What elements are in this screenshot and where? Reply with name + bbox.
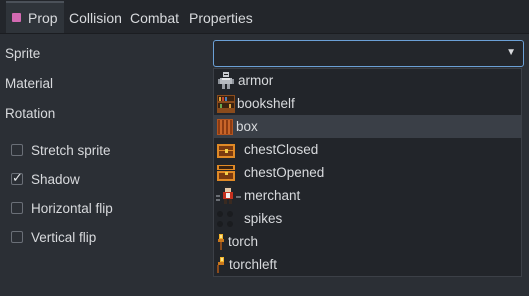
- option-label: torch: [228, 234, 259, 249]
- vertical-flip-label: Vertical flip: [31, 230, 97, 245]
- merchant-sprite-icon: [216, 186, 241, 204]
- prop-color-swatch-icon: [12, 13, 21, 22]
- list-item-spikes[interactable]: spikes: [214, 207, 521, 230]
- tab-properties-label: Properties: [189, 10, 253, 26]
- material-label: Material: [5, 76, 54, 91]
- option-label: armor: [238, 73, 274, 88]
- list-item-chest-closed[interactable]: chestClosed: [214, 138, 521, 161]
- list-item-box[interactable]: box: [214, 115, 521, 138]
- option-label: torchleft: [229, 257, 278, 272]
- sprite-label: Sprite: [5, 46, 41, 61]
- tab-prop[interactable]: Prop: [6, 1, 64, 33]
- option-label: merchant: [244, 188, 301, 203]
- torch-sprite-icon: [218, 234, 224, 250]
- chevron-down-icon[interactable]: ▼: [506, 47, 516, 58]
- list-item-chest-opened[interactable]: chestOpened: [214, 161, 521, 184]
- list-item-merchant[interactable]: merchant: [214, 184, 521, 207]
- tab-bar: Prop Collision Combat Properties: [0, 0, 529, 34]
- horizontal-flip-checkbox[interactable]: [11, 202, 23, 214]
- tab-properties[interactable]: Properties: [183, 3, 259, 33]
- stretch-sprite-checkbox[interactable]: [11, 144, 23, 156]
- bookshelf-sprite-icon: [217, 95, 235, 113]
- tab-combat[interactable]: Combat: [124, 3, 185, 33]
- vertical-flip-checkbox[interactable]: [11, 231, 23, 243]
- shadow-checkbox[interactable]: [11, 170, 23, 186]
- shadow-label: Shadow: [31, 172, 80, 187]
- spikes-sprite-icon: [217, 211, 233, 227]
- stretch-sprite-label: Stretch sprite: [31, 143, 111, 158]
- sprite-dropdown-list[interactable]: armor bookshelf box chestClosed chestOpe…: [213, 68, 522, 277]
- tab-prop-label: Prop: [28, 10, 58, 26]
- sprite-select[interactable]: ▼: [213, 40, 524, 67]
- option-label: bookshelf: [237, 96, 295, 111]
- list-item-torchleft[interactable]: torchleft: [214, 253, 521, 276]
- option-label: spikes: [244, 211, 283, 226]
- tab-collision[interactable]: Collision: [63, 3, 128, 33]
- list-item-armor[interactable]: armor: [214, 69, 521, 92]
- torch-left-sprite-icon: [217, 257, 224, 273]
- horizontal-flip-label: Horizontal flip: [31, 201, 113, 216]
- option-label: box: [236, 119, 258, 134]
- box-sprite-icon: [217, 119, 233, 135]
- option-label: chestOpened: [244, 165, 325, 180]
- option-label: chestClosed: [244, 142, 319, 157]
- tab-collision-label: Collision: [69, 10, 122, 26]
- armor-sprite-icon: [218, 72, 234, 89]
- chest-opened-sprite-icon: [217, 165, 235, 181]
- tab-combat-label: Combat: [130, 10, 180, 26]
- rotation-label: Rotation: [5, 106, 56, 121]
- chest-closed-sprite-icon: [217, 144, 235, 158]
- list-item-torch[interactable]: torch: [214, 230, 521, 253]
- list-item-bookshelf[interactable]: bookshelf: [214, 92, 521, 115]
